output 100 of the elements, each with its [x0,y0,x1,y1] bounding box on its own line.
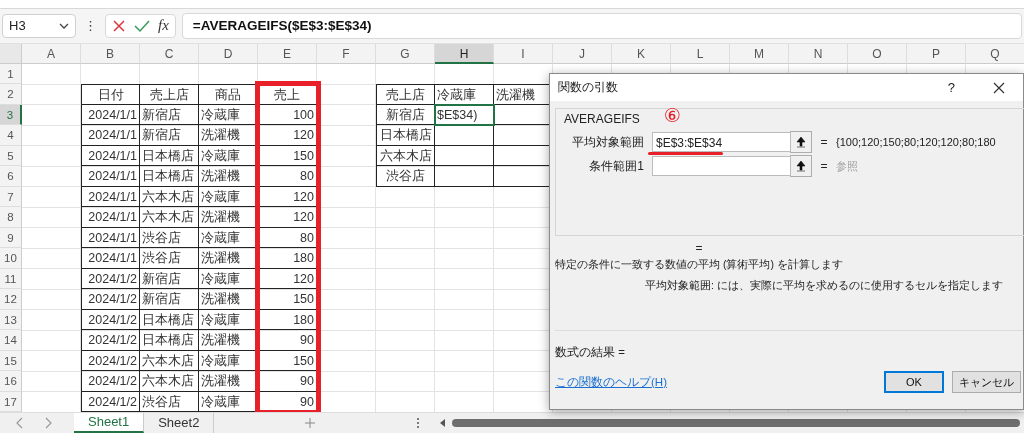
row-header[interactable]: 2 [0,84,22,105]
row-header[interactable]: 5 [0,145,22,167]
column-header[interactable]: K [612,43,671,64]
cancel-icon[interactable] [112,18,126,33]
column-header[interactable]: P [907,43,966,64]
row-header[interactable]: 12 [0,289,22,310]
previous-sheet-icon[interactable] [16,417,24,429]
column-header[interactable]: A [22,43,81,64]
column-header[interactable]: M [730,43,789,64]
row-header[interactable]: 10 [0,248,22,269]
table-cell: 冷蔵庫 [199,309,258,331]
column-header[interactable]: B [81,43,140,64]
row-header[interactable]: 1 [0,63,22,85]
column-header[interactable]: L [671,43,730,64]
table-cell: 2024/1/1 [81,227,140,249]
row-header[interactable]: 15 [0,350,22,372]
help-link[interactable]: この関数のヘルプ(H) [555,374,667,390]
row-header[interactable]: 14 [0,330,22,351]
table-cell: 新宿店 [376,104,435,126]
formula-input[interactable]: =AVERAGEIFS($E$3:$E$34) [181,12,1022,39]
table-cell: 2024/1/2 [81,268,140,290]
collapse-dialog-icon[interactable] [790,131,812,153]
table-cell: 180 [258,309,317,331]
row-header[interactable]: 13 [0,309,22,331]
table-cell: 日付 [81,84,140,105]
column-header[interactable]: N [789,43,848,64]
scroll-left-icon[interactable] [440,419,447,427]
table-cell: 80 [258,227,317,249]
table-cell: $E$34) [435,104,494,126]
column-header[interactable]: C [140,43,199,64]
help-button[interactable]: ? [947,80,955,95]
name-box[interactable]: H3 [2,13,76,38]
table-cell: 冷蔵庫 [199,104,258,126]
formula-result: 数式の結果 = [555,345,626,360]
table-cell: 日本橋店 [140,309,199,331]
result-equals-sign: = [694,241,704,255]
dialog-button[interactable]: OK [884,371,944,393]
argument-input[interactable] [652,156,791,176]
table-cell: 冷蔵庫 [435,84,494,105]
close-icon[interactable] [993,81,1005,94]
equals-sign: = [819,159,829,173]
sheet-tab[interactable]: Sheet1 [74,413,145,433]
dialog-button[interactable]: キャンセル [952,371,1021,393]
row-header[interactable]: 9 [0,227,22,249]
function-name: AVERAGEIFS [564,112,640,126]
table-cell: 120 [258,186,317,208]
function-description: 特定の条件に一致する数値の平均 (算術平均) を計算します [555,258,844,272]
table-cell: 六本木店 [140,186,199,208]
insert-function-button[interactable]: fx [158,17,169,35]
table-cell: 80 [258,166,317,187]
column-header[interactable]: I [494,43,553,64]
table-cell: 日本橋店 [140,330,199,351]
table-cell: 150 [258,289,317,310]
add-sheet-icon[interactable] [304,417,317,429]
table-cell: 2024/1/1 [81,248,140,269]
row-header[interactable]: 7 [0,186,22,208]
column-header[interactable]: Q [966,43,1024,64]
row-header[interactable]: 3 [0,104,22,126]
table-cell: 売上店 [376,84,435,105]
table-cell: 商品 [199,84,258,105]
table-cell: 渋谷店 [376,166,435,187]
row-header[interactable]: 16 [0,371,22,392]
step-number-annotation: ⑥ [663,107,681,125]
table-cell: 冷蔵庫 [199,186,258,208]
column-header[interactable]: F [317,43,376,64]
row-header[interactable]: 17 [0,391,22,412]
dropdown-caret-icon[interactable] [59,22,69,29]
row-header[interactable]: 8 [0,207,22,228]
table-cell: 冷蔵庫 [199,227,258,249]
column-header[interactable]: J [553,43,612,64]
table-cell: 2024/1/2 [81,309,140,331]
table-cell: 六本木店 [140,207,199,228]
table-cell: 渋谷店 [140,227,199,249]
row-header[interactable]: 11 [0,268,22,290]
table-cell: 2024/1/2 [81,330,140,351]
table-cell: 売上店 [140,84,199,105]
table-cell: 150 [258,145,317,167]
next-sheet-icon[interactable] [44,417,52,429]
table-cell: 冷蔵庫 [199,350,258,372]
table-cell: 2024/1/1 [81,125,140,146]
table-cell: 洗濯機 [199,125,258,146]
more-options-button[interactable]: ⋮ [82,18,99,34]
row-header[interactable]: 6 [0,166,22,187]
dialog-title: 関数の引数 [558,79,619,96]
column-header[interactable]: E [258,43,317,64]
row-header[interactable]: 4 [0,125,22,146]
sheet-tab[interactable]: Sheet2 [144,413,215,433]
table-cell: 120 [258,268,317,290]
column-header[interactable]: D [199,43,258,64]
table-cell: 洗濯機 [199,248,258,269]
more-options-icon[interactable] [416,417,421,429]
argument-label: 条件範囲1 [588,157,645,175]
column-header[interactable]: H [435,43,494,64]
table-cell: 2024/1/2 [81,371,140,392]
column-header[interactable]: G [376,43,435,64]
checkmark-icon[interactable] [134,18,150,33]
table-cell: 渋谷店 [140,248,199,269]
collapse-dialog-icon[interactable] [790,155,812,177]
scrollbar-thumb[interactable] [452,419,1020,427]
column-header[interactable]: O [848,43,907,64]
